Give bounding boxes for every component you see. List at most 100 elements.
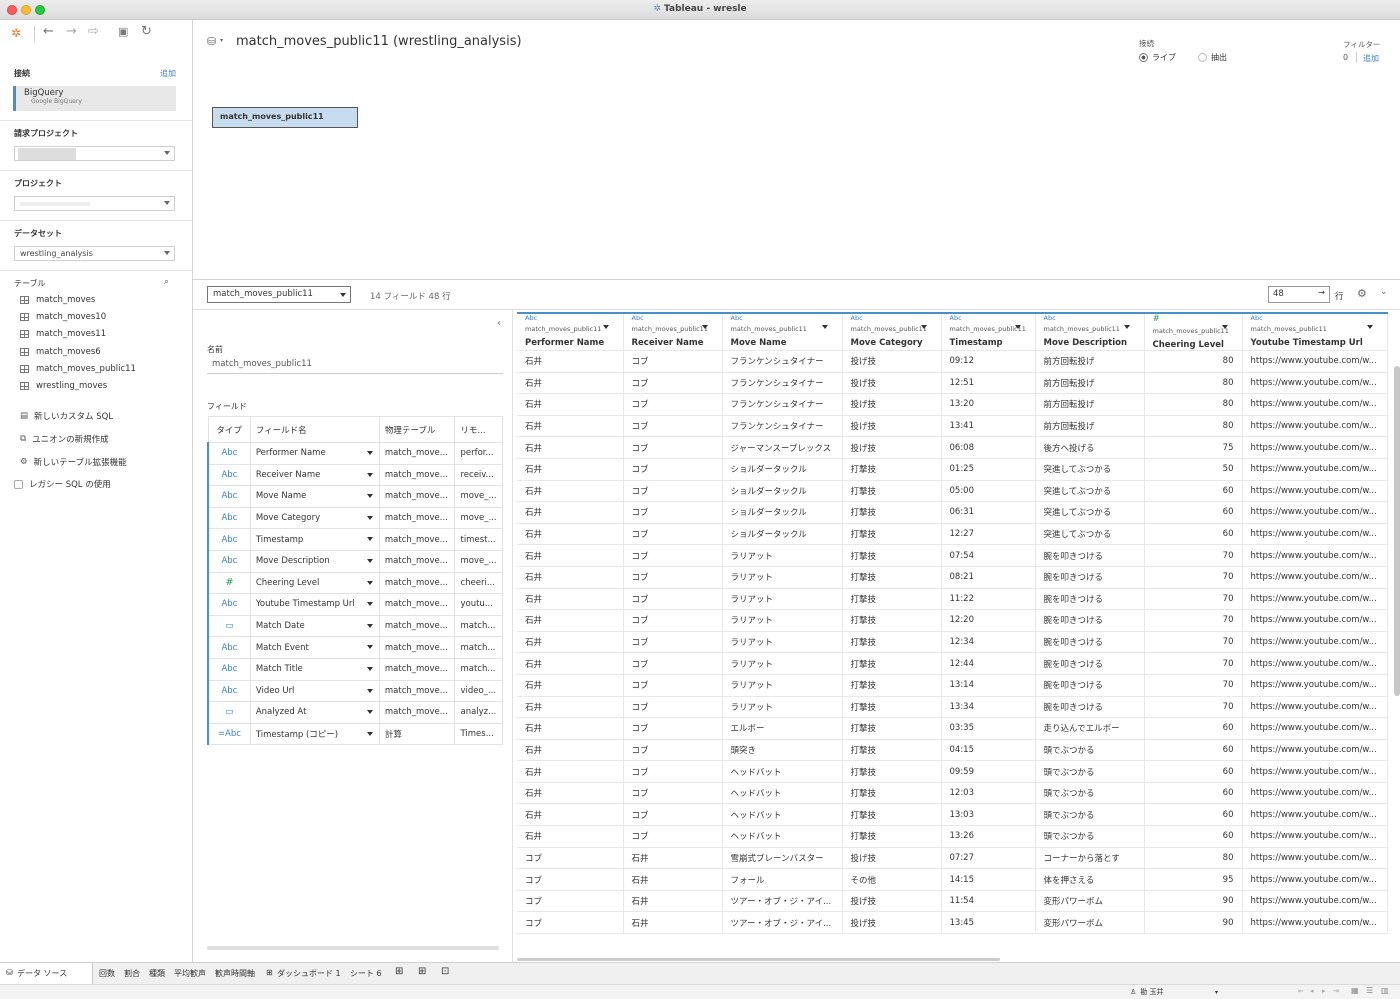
table-cell[interactable]: 打撃技 xyxy=(842,674,942,697)
table-cell[interactable]: https://www.youtube.com/w... xyxy=(1242,652,1388,675)
table-cell[interactable]: その他 xyxy=(842,868,942,891)
table-cell[interactable]: 頭でぶつかる xyxy=(1035,782,1145,805)
table-cell[interactable]: ヘッドバット xyxy=(722,825,843,848)
table-cell[interactable]: 60 xyxy=(1144,782,1243,805)
type-icon[interactable]: Abc xyxy=(206,636,251,659)
table-cell[interactable]: 60 xyxy=(1144,501,1243,524)
table-cell[interactable]: コブ xyxy=(623,652,723,675)
table-cell[interactable]: 12:51 xyxy=(941,372,1036,395)
table-cell[interactable]: 70 xyxy=(1144,588,1243,611)
table-cell[interactable]: 前方回転投げ xyxy=(1035,350,1145,373)
column-header[interactable]: フィールド名 xyxy=(249,416,380,443)
table-cell[interactable]: 13:41 xyxy=(941,415,1036,438)
table-cell[interactable]: 腕を叩きつける xyxy=(1035,588,1145,611)
table-cell[interactable]: コーナーから落とす xyxy=(1035,847,1145,870)
type-icon[interactable]: Abc xyxy=(851,315,933,322)
chevron-down-icon[interactable] xyxy=(366,451,373,455)
table-cell[interactable]: 石井 xyxy=(517,566,624,589)
field-name[interactable]: Move Name xyxy=(249,485,380,508)
table-cell[interactable]: 11:54 xyxy=(941,890,1036,913)
table-cell[interactable]: 石井 xyxy=(517,825,624,848)
table-cell[interactable]: https://www.youtube.com/w... xyxy=(1242,717,1388,740)
table-cell[interactable]: 石井 xyxy=(517,350,624,373)
table-cell[interactable]: https://www.youtube.com/w... xyxy=(1242,480,1388,503)
forward-icon[interactable]: → xyxy=(66,24,77,39)
rows-input[interactable]: 48 → xyxy=(1268,286,1330,303)
table-cell[interactable]: https://www.youtube.com/w... xyxy=(1242,458,1388,481)
chevron-down-icon[interactable] xyxy=(366,645,373,650)
table-cell[interactable]: コブ xyxy=(623,696,723,719)
table-cell[interactable]: 80 xyxy=(1144,393,1243,416)
table-cell[interactable]: 腕を叩きつける xyxy=(1035,696,1145,719)
table-cell[interactable]: ラリアット xyxy=(722,674,843,697)
type-icon[interactable]: Abc xyxy=(206,485,251,508)
table-cell[interactable]: 腕を叩きつける xyxy=(1035,652,1145,675)
chevron-down-icon[interactable] xyxy=(821,325,828,329)
table-cell[interactable]: 12:44 xyxy=(941,652,1036,675)
table-cell[interactable]: https://www.youtube.com/w... xyxy=(1242,436,1388,459)
table-cell[interactable]: 石井 xyxy=(517,393,624,416)
column-header[interactable]: Abc match_moves_public11 Move Description xyxy=(1035,312,1145,351)
table-cell[interactable]: https://www.youtube.com/w... xyxy=(1242,868,1388,891)
extract-radio[interactable]: 抽出 xyxy=(1198,52,1227,63)
table-cell[interactable]: 石井 xyxy=(517,523,624,546)
column-header[interactable]: リモ... xyxy=(454,416,503,443)
table-cell[interactable]: 打撃技 xyxy=(842,696,942,719)
type-icon[interactable]: Abc xyxy=(206,549,251,573)
table-cell[interactable]: コブ xyxy=(623,717,723,740)
field-name[interactable]: Youtube Timestamp Url xyxy=(249,593,380,616)
table-cell[interactable]: 70 xyxy=(1144,652,1243,675)
table-cell[interactable]: https://www.youtube.com/w... xyxy=(1242,739,1388,762)
table-cell[interactable]: ツアー・オブ・ジ・アイ... xyxy=(722,911,843,935)
refresh-icon[interactable]: ↻ xyxy=(141,24,152,39)
table-cell[interactable]: コブ xyxy=(623,782,723,805)
table-cell[interactable]: 60 xyxy=(1144,717,1243,740)
table-cell[interactable]: 変形パワーボム xyxy=(1035,890,1145,913)
table-cell[interactable]: コブ xyxy=(623,631,723,654)
table-cell[interactable]: 90 xyxy=(1144,890,1243,913)
table-cell[interactable]: 突進してぶつかる xyxy=(1035,458,1145,481)
table-cell[interactable]: コブ xyxy=(517,890,624,913)
table-cell[interactable]: 打撃技 xyxy=(842,825,942,848)
field-name[interactable]: Move Category xyxy=(249,506,380,530)
table-cell[interactable]: 13:20 xyxy=(941,393,1036,416)
new-table-extension-button[interactable]: ⚙ 新しいテーブル拡張機能 xyxy=(20,456,127,468)
table-cell[interactable]: 70 xyxy=(1144,544,1243,567)
table-item[interactable]: match_moves_public11 xyxy=(20,364,136,374)
tab-sheet[interactable]: 平均歓声 xyxy=(174,968,206,979)
table-cell[interactable]: 石井 xyxy=(517,544,624,567)
project-select[interactable] xyxy=(14,196,175,211)
column-header[interactable]: タイプ xyxy=(207,416,251,443)
grid-horizontal-scrollbar[interactable] xyxy=(517,958,1000,961)
table-cell[interactable]: コブ xyxy=(623,609,723,632)
table-cell[interactable]: 12:27 xyxy=(941,523,1036,546)
table-cell[interactable]: 07:27 xyxy=(941,847,1036,870)
tableau-home-icon[interactable]: ✲ xyxy=(11,26,21,40)
table-cell[interactable]: 突進してぶつかる xyxy=(1035,501,1145,524)
tab-sheet[interactable]: シート 6 xyxy=(350,968,382,979)
table-cell[interactable]: 60 xyxy=(1144,523,1243,546)
table-cell[interactable]: 60 xyxy=(1144,480,1243,503)
table-item[interactable]: match_moves10 xyxy=(20,312,106,322)
table-item[interactable]: match_moves6 xyxy=(20,347,101,357)
table-cell[interactable]: コブ xyxy=(623,393,723,416)
table-cell[interactable]: コブ xyxy=(623,803,723,827)
table-cell[interactable]: 石井 xyxy=(623,890,723,913)
column-header[interactable]: 物理テーブル xyxy=(378,416,456,443)
table-cell[interactable]: エルボー xyxy=(722,717,843,740)
table-cell[interactable]: 石井 xyxy=(517,609,624,632)
chevron-down-icon[interactable] xyxy=(701,325,708,329)
type-icon[interactable]: Abc xyxy=(206,679,251,703)
table-cell[interactable]: 打撃技 xyxy=(842,523,942,546)
type-icon[interactable]: Abc xyxy=(632,315,714,322)
new-worksheet-icon[interactable]: ⊞ xyxy=(395,966,403,977)
field-name[interactable]: Move Description xyxy=(249,549,380,573)
table-cell[interactable]: 石井 xyxy=(517,674,624,697)
table-cell[interactable]: 60 xyxy=(1144,825,1243,848)
table-cell[interactable]: フォール xyxy=(722,868,843,891)
field-name[interactable]: Timestamp (コピー) xyxy=(249,722,380,746)
column-header[interactable]: # match_moves_public11 Cheering Level xyxy=(1144,312,1243,351)
table-cell[interactable]: 頭でぶつかる xyxy=(1035,760,1145,783)
datasource-title[interactable]: match_moves_public11 (wrestling_analysis… xyxy=(236,34,522,49)
table-cell[interactable]: https://www.youtube.com/w... xyxy=(1242,674,1388,697)
